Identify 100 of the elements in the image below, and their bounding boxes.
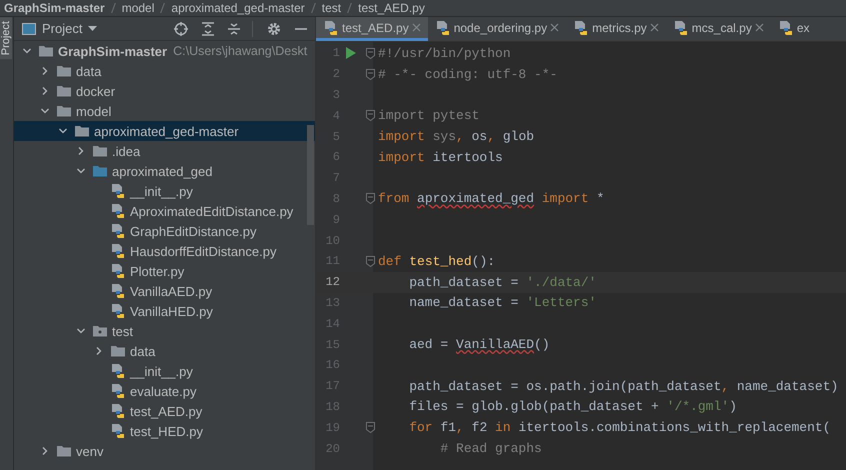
chevron-down-icon[interactable] (76, 326, 86, 336)
python-file-icon (110, 283, 126, 299)
tree-item[interactable]: test_AED.py (14, 401, 305, 421)
code-line: from aproximated_ged import * (378, 191, 604, 206)
tree-item[interactable]: aproximated_ged (14, 161, 305, 181)
line-number: 12 (324, 275, 340, 290)
chevron-right-icon[interactable] (76, 146, 86, 156)
chevron-down-icon[interactable] (76, 166, 86, 176)
tree-item[interactable]: model (14, 101, 305, 121)
code-line: import sys, os, glob (378, 129, 534, 144)
slash-icon (310, 3, 316, 13)
chevron-down-icon[interactable] (40, 106, 50, 116)
fold-marker-icon[interactable] (366, 110, 374, 122)
code-line: path_dataset = os.path.join(path_dataset, name_dataset) (408, 378, 838, 394)
python-file-icon (110, 243, 126, 259)
breadcrumb-item[interactable]: aproximated_ged-master (171, 1, 305, 15)
tree-item[interactable]: GraphSim-master C:\Users\jhawang\Deskt (14, 41, 305, 61)
dropdown-caret-icon[interactable] (88, 26, 98, 32)
file-name: __init__.py (130, 184, 193, 198)
editor-tab[interactable]: node_ordering.py (428, 17, 566, 41)
code-line: name_dataset = 'Letters' (408, 295, 596, 310)
python-file-icon (110, 223, 126, 239)
chevron-right-icon[interactable] (94, 346, 104, 356)
tree-item[interactable]: docker (14, 81, 305, 101)
tree-item[interactable]: VanillaHED.py (14, 301, 305, 321)
fold-marker-icon[interactable] (366, 193, 374, 204)
breadcrumb-item[interactable]: test (322, 1, 342, 15)
folder-name: data (76, 64, 102, 78)
collapse-all-icon[interactable] (228, 22, 240, 36)
scrollbar-thumb[interactable] (307, 125, 314, 225)
settings-icon[interactable] (267, 22, 281, 36)
folder-name: aproximated_ged-master (94, 124, 239, 138)
tree-item[interactable]: GraphEditDistance.py (14, 221, 305, 241)
chevron-right-icon[interactable] (40, 66, 50, 76)
code-line: for f1, f2 in itertools.combinations_with_replacement( (408, 420, 831, 436)
breadcrumb-item[interactable]: GraphSim-master (4, 1, 105, 15)
chevron-right-icon[interactable] (40, 86, 50, 96)
breadcrumb-item[interactable]: test_AED.py (358, 1, 425, 15)
file-name: __init__.py (130, 364, 193, 378)
editor-tab[interactable]: test_AED.py (316, 17, 428, 41)
python-file-icon (110, 363, 126, 379)
tree-item[interactable]: Plotter.py (14, 261, 305, 281)
fold-marker-icon[interactable] (366, 422, 374, 434)
tree-item[interactable]: AproximatedEditDistance.py (14, 201, 305, 221)
editor-tab[interactable]: mcs_cal.py (666, 17, 771, 41)
code-line: # Read graphs (439, 441, 542, 456)
python-file-icon (323, 20, 339, 36)
python-file-icon (110, 183, 126, 199)
tree-item[interactable]: __init__.py (14, 361, 305, 381)
file-name: HausdorffEditDistance.py (130, 244, 276, 258)
tree-item[interactable]: VanillaAED.py (14, 281, 305, 301)
editor-tab[interactable]: ex (770, 17, 810, 41)
folder-name: .idea (112, 144, 140, 158)
close-icon[interactable] (650, 23, 659, 32)
editor-tab[interactable]: metrics.py (566, 17, 666, 41)
code-line: # -*- coding: utf-8 -*- (378, 66, 558, 82)
python-file-icon (778, 20, 794, 36)
code-line: import pytest (378, 108, 480, 124)
tree-item[interactable]: venv (14, 441, 305, 461)
folder-icon (38, 43, 54, 59)
python-file-icon (672, 20, 689, 36)
file-name: GraphEditDistance.py (130, 224, 256, 238)
breadcrumb-item[interactable]: model (122, 1, 154, 15)
expand-all-icon[interactable] (202, 22, 214, 36)
chevron-down-icon[interactable] (22, 46, 32, 56)
tree-item[interactable]: data (14, 61, 305, 81)
file-name: test_AED.py (130, 404, 202, 418)
code-line: #!/usr/bin/python (378, 46, 511, 61)
tree-item[interactable]: .idea (14, 141, 305, 161)
folder-name: venv (76, 444, 104, 458)
panel-title[interactable]: Project (42, 21, 82, 36)
folder-icon (56, 443, 72, 459)
tree-item[interactable]: data (14, 341, 305, 361)
tree-item[interactable]: test (14, 321, 305, 341)
tree-item[interactable]: __init__.py (14, 181, 305, 201)
slash-icon (110, 3, 116, 13)
fold-marker-icon[interactable] (366, 68, 374, 80)
tree-item[interactable]: evaluate.py (14, 381, 305, 401)
file-name: test_HED.py (130, 424, 203, 438)
crosshair-icon[interactable] (174, 22, 188, 36)
chevron-right-icon[interactable] (40, 446, 50, 456)
tree-item[interactable]: test_HED.py (14, 421, 305, 441)
python-file-icon (110, 263, 126, 279)
code-line: def test_hed(): (378, 254, 496, 269)
folder-icon (56, 83, 72, 99)
project-tool-button[interactable]: Project (0, 17, 12, 60)
close-icon[interactable] (550, 23, 560, 32)
tree-item[interactable]: HausdorffEditDistance.py (14, 241, 305, 261)
file-name: VanillaAED.py (130, 284, 212, 298)
file-name: AproximatedEditDistance.py (130, 204, 294, 218)
run-icon[interactable] (346, 47, 356, 60)
code-line: path_dataset = './data/' (408, 274, 596, 290)
fold-marker-icon[interactable] (366, 48, 374, 59)
slash-icon (160, 3, 166, 13)
folder-icon (56, 103, 72, 119)
folder-icon (110, 343, 126, 359)
close-icon[interactable] (754, 23, 764, 32)
tree-item[interactable]: aproximated_ged-master (14, 121, 315, 141)
fold-marker-icon[interactable] (366, 256, 374, 267)
chevron-down-icon[interactable] (58, 126, 68, 136)
